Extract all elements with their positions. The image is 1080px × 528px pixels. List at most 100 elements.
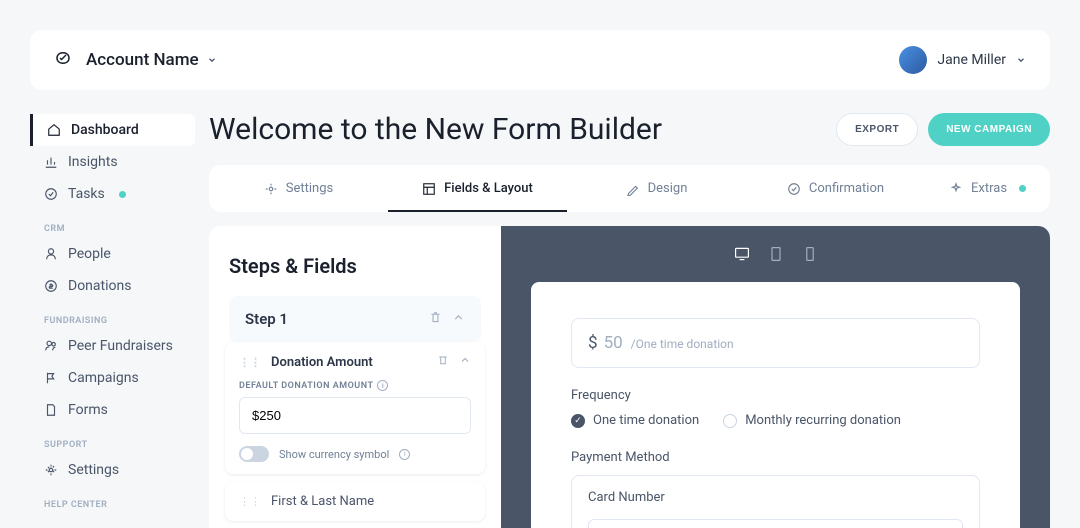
payment-method-label: Payment Method (571, 450, 980, 465)
device-mobile-icon[interactable] (802, 246, 818, 262)
amount-note: /One time donation (631, 337, 734, 351)
tab-label: Design (648, 181, 688, 196)
sidebar-item-label: Peer Fundraisers (68, 338, 173, 354)
radio-label: One time donation (593, 413, 699, 428)
sidebar-item-forms[interactable]: Forms (30, 394, 195, 426)
page-title: Welcome to the New Form Builder (209, 112, 662, 147)
tab-confirmation[interactable]: Confirmation (746, 165, 925, 212)
field-title: First & Last Name (271, 494, 374, 509)
chevron-up-icon[interactable] (452, 310, 465, 328)
sidebar-item-label: Settings (68, 462, 119, 478)
step-header[interactable]: Step 1 (229, 296, 481, 342)
trash-icon[interactable] (429, 310, 442, 328)
card-box: Card Number Card number MM / YY CVC (571, 475, 980, 528)
preview-pane: $ 50 /One time donation Frequency One ti… (501, 226, 1050, 528)
chevron-down-icon (1016, 55, 1026, 65)
field-title: Donation Amount (271, 355, 373, 370)
avatar (899, 46, 927, 74)
steps-title: Steps & Fields (229, 254, 481, 278)
new-campaign-button[interactable]: NEW CAMPAIGN (928, 113, 1050, 146)
sidebar-item-campaigns[interactable]: Campaigns (30, 362, 195, 394)
field-card-donation-amount: ⋮⋮ Donation Amount DEFAULT DONATION AMOU… (225, 342, 485, 474)
show-currency-toggle[interactable] (239, 446, 269, 462)
sidebar-item-peer-fundraisers[interactable]: Peer Fundraisers (30, 330, 195, 362)
tab-label: Extras (971, 181, 1007, 196)
sidebar-item-label: People (68, 246, 111, 262)
sidebar-item-insights[interactable]: Insights (30, 146, 195, 178)
tab-design[interactable]: Design (567, 165, 746, 212)
drag-handle-icon[interactable]: ⋮⋮ (239, 356, 261, 369)
radio-icon (571, 414, 585, 428)
tab-fields-layout[interactable]: Fields & Layout (388, 165, 567, 212)
check-badge-icon (787, 182, 801, 196)
badge-dot (119, 191, 126, 198)
card-number-input[interactable]: Card number MM / YY CVC (588, 519, 963, 528)
radio-label: Monthly recurring donation (745, 413, 901, 428)
sidebar-item-people[interactable]: People (30, 238, 195, 270)
topbar: Account Name Jane Miller (30, 30, 1050, 90)
sidebar-section-support: SUPPORT (30, 426, 195, 454)
device-desktop-icon[interactable] (734, 246, 750, 262)
chevron-up-icon[interactable] (459, 354, 471, 370)
sidebar-item-label: Dashboard (71, 122, 139, 138)
radio-one-time[interactable]: One time donation (571, 413, 699, 428)
sidebar-item-label: Insights (68, 154, 118, 170)
user-icon (44, 247, 58, 261)
currency-symbol: $ (588, 333, 598, 353)
dollar-circle-icon (44, 279, 58, 293)
sidebar-item-donations[interactable]: Donations (30, 270, 195, 302)
gear-icon (264, 182, 278, 196)
sidebar-section-fundraising: FUNDRAISING (30, 302, 195, 330)
user-menu[interactable]: Jane Miller (899, 46, 1026, 74)
logo-handshake-icon (54, 49, 72, 71)
default-amount-input[interactable] (239, 397, 471, 434)
sparkle-icon (949, 182, 963, 196)
badge-dot (1019, 185, 1026, 192)
info-icon[interactable]: i (399, 449, 410, 460)
palette-icon (626, 182, 640, 196)
sidebar-section-crm: CRM (30, 210, 195, 238)
card-number-label: Card Number (588, 490, 963, 505)
layout-icon (422, 182, 436, 196)
sidebar-item-dashboard[interactable]: Dashboard (30, 114, 195, 146)
form-preview: $ 50 /One time donation Frequency One ti… (531, 282, 1020, 528)
amount-input-preview[interactable]: $ 50 /One time donation (571, 318, 980, 368)
home-icon (47, 123, 61, 137)
users-icon (44, 339, 58, 353)
tab-extras[interactable]: Extras (925, 165, 1050, 212)
user-name-label: Jane Miller (937, 52, 1006, 68)
trash-icon[interactable] (437, 354, 449, 370)
drag-handle-icon[interactable]: ⋮⋮ (239, 495, 261, 508)
radio-monthly[interactable]: Monthly recurring donation (723, 413, 901, 428)
sidebar-item-label: Tasks (68, 186, 105, 202)
field-card-name[interactable]: ⋮⋮ First & Last Name (225, 482, 485, 521)
sidebar-item-label: Donations (68, 278, 131, 294)
account-name-label: Account Name (86, 50, 199, 70)
account-switcher[interactable]: Account Name (86, 50, 217, 70)
builder-tabs: Settings Fields & Layout Design Confirma… (209, 165, 1050, 212)
amount-value: 50 (604, 333, 623, 353)
gear-icon (44, 463, 58, 477)
tab-label: Fields & Layout (444, 181, 533, 196)
tab-settings[interactable]: Settings (209, 165, 388, 212)
tab-label: Confirmation (809, 181, 884, 196)
info-icon[interactable]: i (377, 380, 388, 391)
flag-icon (44, 371, 58, 385)
sidebar-help-center[interactable]: HELP CENTER (30, 486, 195, 514)
sidebar-item-settings[interactable]: Settings (30, 454, 195, 486)
steps-pane: Steps & Fields Step 1 ⋮⋮ Donation Amount (209, 226, 501, 528)
sidebar-item-label: Campaigns (68, 370, 139, 386)
radio-icon (723, 414, 737, 428)
sidebar-item-label: Forms (68, 402, 108, 418)
check-circle-icon (44, 187, 58, 201)
step-label: Step 1 (245, 310, 288, 328)
file-icon (44, 403, 58, 417)
toggle-label: Show currency symbol (279, 448, 389, 461)
device-tablet-icon[interactable] (768, 246, 784, 262)
chart-icon (44, 155, 58, 169)
default-amount-label: DEFAULT DONATION AMOUNT i (239, 380, 471, 391)
sidebar: Dashboard Insights Tasks CRM People Dona… (30, 108, 195, 528)
sidebar-item-tasks[interactable]: Tasks (30, 178, 195, 210)
tab-label: Settings (286, 181, 333, 196)
export-button[interactable]: EXPORT (836, 113, 918, 146)
